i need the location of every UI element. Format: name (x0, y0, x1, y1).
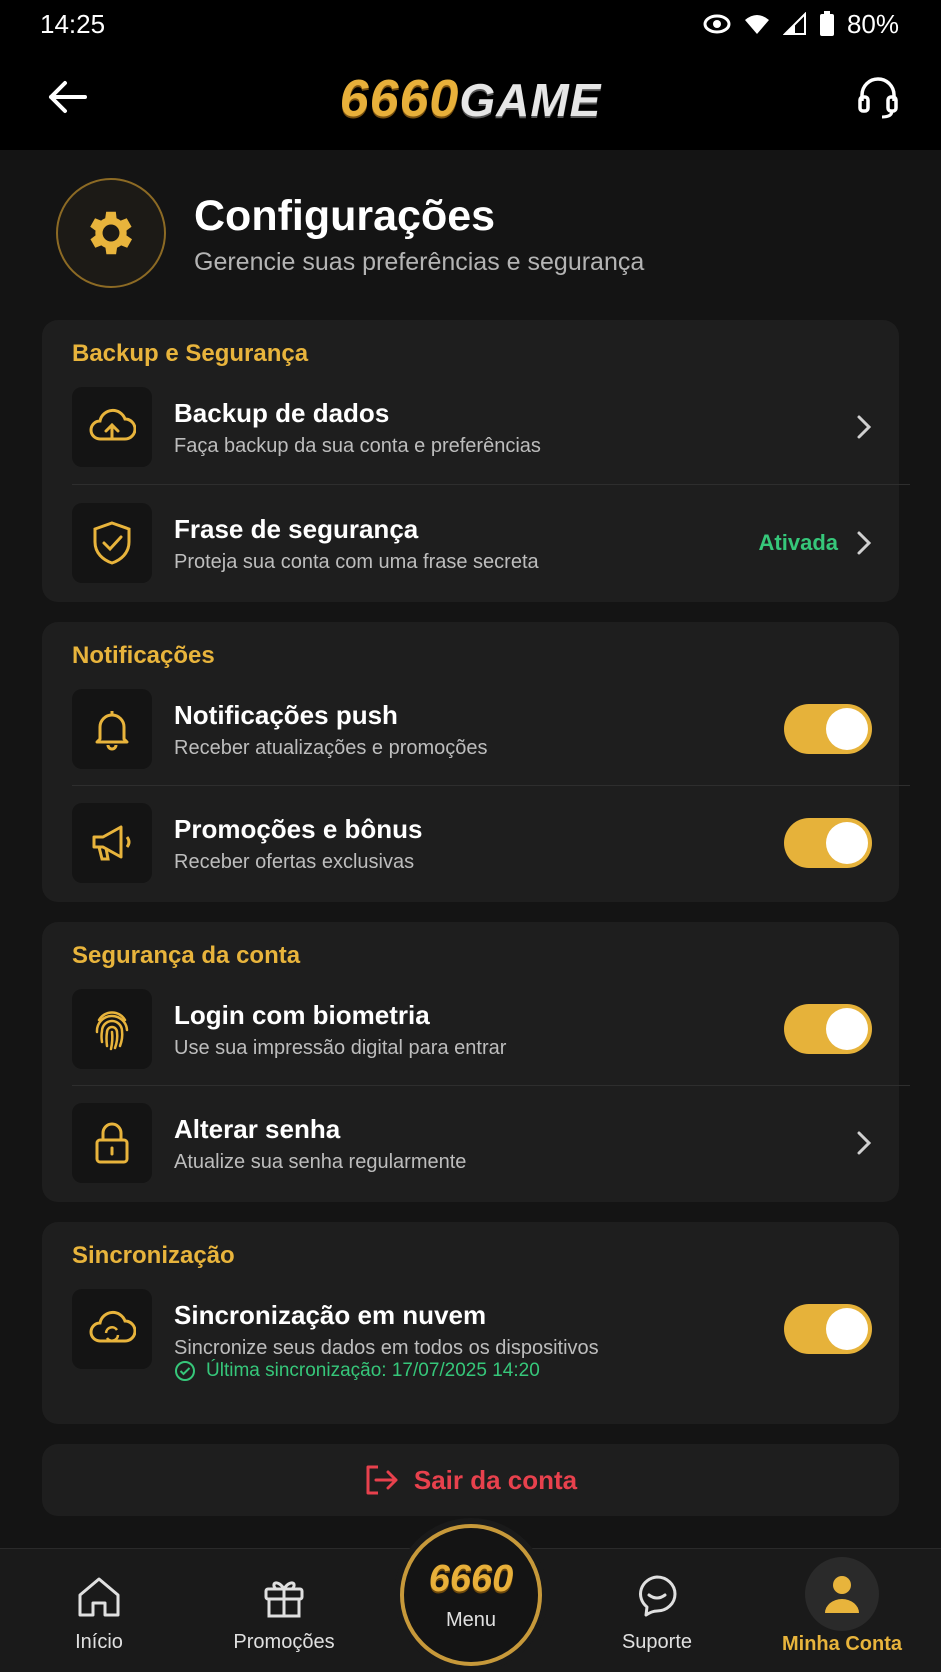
user-icon (825, 1576, 859, 1613)
row-icon (72, 689, 152, 769)
nav-label: Início (75, 1631, 123, 1653)
row-title: Backup de dados (174, 397, 390, 428)
gear-icon (90, 211, 133, 255)
nav-label: Promoções (233, 1631, 335, 1653)
push-notifications-toggle[interactable] (784, 704, 872, 754)
row-title: Promoções e bônus (174, 813, 423, 844)
logo-text: GAME (459, 74, 602, 126)
menu-logo: 6660 (428, 1558, 514, 1600)
row-icon (72, 1289, 152, 1369)
logout-button[interactable]: Sair da conta (42, 1444, 899, 1516)
wifi-icon (744, 15, 769, 34)
megaphone-icon (92, 825, 131, 861)
row-title: Alterar senha (174, 1113, 341, 1144)
support-headset-button[interactable] (853, 72, 903, 122)
promotions-toggle[interactable] (784, 818, 872, 868)
row-icon (72, 1103, 152, 1183)
divider (72, 484, 910, 485)
avatar (805, 1557, 879, 1631)
account-security-card: Segurança da conta Login com biometria U… (42, 922, 910, 1202)
arrow-left-icon (49, 81, 87, 113)
row-subtitle: Atualize sua senha regularmente (174, 1150, 467, 1173)
status-icons: 80% (703, 9, 899, 40)
nav-label: Minha Conta (782, 1633, 902, 1655)
divider (72, 785, 910, 786)
back-button[interactable] (40, 74, 94, 120)
change-password-row[interactable]: Alterar senha Atualize sua senha regular… (72, 1102, 872, 1184)
page-title: Configurações (194, 191, 496, 240)
nav-item-inicio[interactable]: Início (52, 1549, 146, 1672)
row-subtitle: Receber ofertas exclusivas (174, 850, 415, 873)
row-icon (72, 989, 152, 1069)
biometric-login-row: Login com biometria Use sua impressão di… (72, 988, 872, 1070)
promotions-bonus-row: Promoções e bônus Receber ofertas exclus… (72, 802, 872, 884)
nav-item-minha-conta[interactable]: Minha Conta (780, 1549, 904, 1672)
chevron-right-icon (857, 531, 872, 555)
headset-icon (858, 77, 898, 119)
row-icon (72, 503, 152, 583)
row-subtitle: Proteja sua conta com uma frase secreta (174, 550, 539, 573)
section-title: Notificações (72, 642, 215, 669)
row-title: Login com biometria (174, 999, 430, 1030)
app-logo: 6660 GAME (340, 69, 602, 129)
section-title: Segurança da conta (72, 942, 301, 969)
last-sync-text: Última sincronização: 17/07/2025 14:20 (206, 1360, 540, 1381)
bell-icon (95, 711, 129, 751)
app-header: 6660 GAME (0, 48, 941, 150)
logout-icon (366, 1465, 398, 1495)
row-icon (72, 387, 152, 467)
cloud-sync-icon (89, 1310, 136, 1343)
row-subtitle: Sincronize seus dados em todos os dispos… (174, 1336, 599, 1359)
row-subtitle: Use sua impressão digital para entrar (174, 1036, 507, 1059)
section-title: Backup e Segurança (72, 340, 309, 367)
cloud-upload-icon (89, 408, 136, 441)
logout-label: Sair da conta (413, 1464, 578, 1495)
nav-item-promocoes[interactable]: Promoções (228, 1549, 340, 1672)
gift-icon (264, 1581, 304, 1618)
section-title: Sincronização (72, 1242, 235, 1269)
row-icon (72, 803, 152, 883)
status-time: 14:25 (40, 8, 106, 39)
status-bar: 14:25 80% (0, 0, 941, 48)
menu-button[interactable]: 6660 Menu (400, 1524, 542, 1666)
row-title: Frase de segurança (174, 513, 419, 544)
security-phrase-row[interactable]: Frase de segurança Proteja sua conta com… (72, 502, 872, 584)
notifications-card: Notificações Notificações push Receber a… (42, 622, 910, 902)
backup-security-card: Backup e Segurança Backup de dados Faça … (42, 320, 910, 602)
row-subtitle: Faça backup da sua conta e preferências (174, 434, 541, 457)
cloud-sync-toggle[interactable] (784, 1304, 872, 1354)
nav-item-suporte[interactable]: Suporte (610, 1549, 704, 1672)
backup-data-row[interactable]: Backup de dados Faça backup da sua conta… (72, 386, 872, 468)
page-subtitle: Gerencie suas preferências e segurança (194, 247, 645, 276)
sync-card: Sincronização Sincronização em nuvem Sin… (42, 1222, 899, 1424)
battery-level: 80% (846, 8, 899, 39)
status-badge: Ativada (758, 530, 838, 555)
check-circle-icon (175, 1361, 195, 1381)
row-subtitle: Receber atualizações e promoções (174, 736, 488, 759)
menu-label: Menu (445, 1609, 497, 1631)
chat-icon (639, 1575, 677, 1617)
eye-comfort-icon (703, 14, 731, 34)
page-heading: Configurações Gerencie suas preferências… (56, 178, 644, 288)
biometric-login-toggle[interactable] (784, 1004, 872, 1054)
shield-icon (93, 521, 131, 565)
settings-badge (56, 178, 166, 288)
home-icon (78, 1577, 120, 1617)
fingerprint-icon (95, 1011, 129, 1051)
lock-icon (95, 1122, 129, 1164)
row-title: Sincronização em nuvem (174, 1299, 487, 1330)
cloud-sync-row: Sincronização em nuvem Sincronize seus d… (72, 1288, 872, 1370)
logo-number: 6660 (339, 70, 460, 128)
nav-label: Suporte (621, 1631, 693, 1653)
battery-icon (819, 11, 834, 36)
divider (72, 1085, 910, 1086)
signal-icon (782, 12, 806, 35)
row-title: Notificações push (174, 699, 398, 730)
last-sync-info: Última sincronização: 17/07/2025 14:20 (174, 1360, 540, 1382)
push-notifications-row: Notificações push Receber atualizações e… (72, 688, 872, 770)
chevron-right-icon (857, 1131, 872, 1155)
chevron-right-icon (857, 415, 872, 439)
